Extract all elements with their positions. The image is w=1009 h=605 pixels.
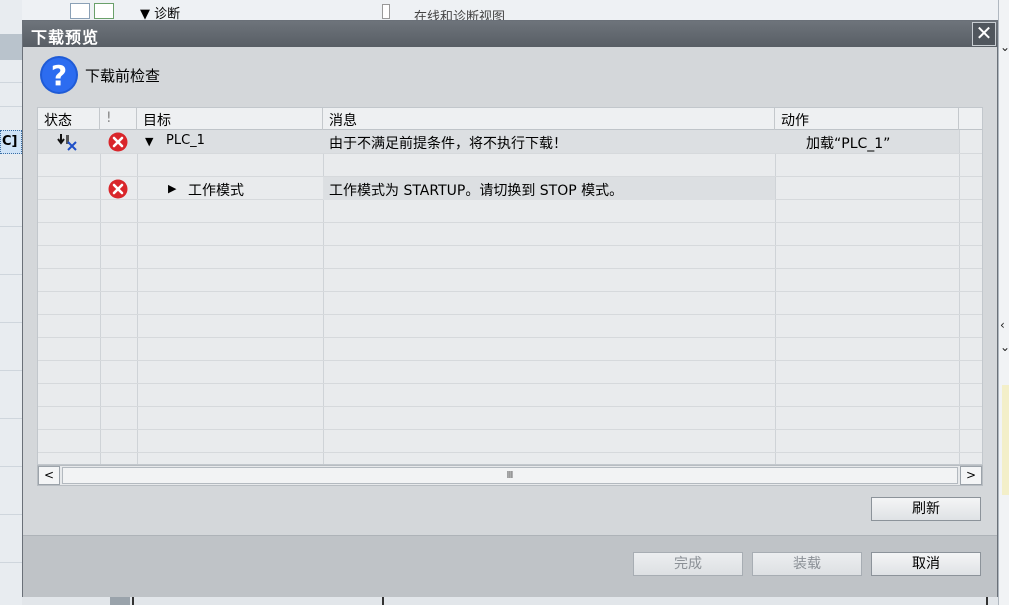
dialog-header: ? 下载前检查 xyxy=(23,47,997,103)
close-button[interactable]: ✕ xyxy=(972,22,996,46)
background-bottom-strip xyxy=(22,597,998,605)
background-selected-cell[interactable]: C] xyxy=(0,130,22,154)
background-scroll-fragment xyxy=(110,597,130,605)
divider xyxy=(0,514,22,515)
divider xyxy=(38,222,982,223)
error-icon xyxy=(108,132,128,152)
divider xyxy=(775,130,776,464)
divider xyxy=(0,106,22,107)
divider xyxy=(0,370,22,371)
row-action[interactable]: 加载“PLC_1” xyxy=(806,133,890,153)
row-message: 工作模式为 STARTUP。请切换到 STOP 模式。 xyxy=(329,183,624,199)
error-icon xyxy=(108,179,128,199)
divider xyxy=(0,82,22,83)
divider xyxy=(38,383,982,384)
row-target: PLC_1 xyxy=(166,133,205,148)
divider xyxy=(0,226,22,227)
chevron-down-icon[interactable]: ⌄ xyxy=(1000,40,1009,54)
background-right-strip: ⌄ ‹ ⌄ xyxy=(998,0,1009,605)
divider xyxy=(38,153,982,154)
column-header-status[interactable]: 状态 xyxy=(38,108,100,130)
load-button[interactable]: 装载 xyxy=(752,552,862,576)
column-header-action[interactable]: 动作 xyxy=(775,108,959,130)
divider xyxy=(38,314,982,315)
background-splitter[interactable] xyxy=(382,4,390,19)
caret-down-icon[interactable]: ▼ xyxy=(145,135,153,148)
divider xyxy=(38,360,982,361)
divider xyxy=(0,562,22,563)
column-header-target[interactable]: 目标 xyxy=(137,108,323,130)
divider xyxy=(959,130,960,464)
download-preview-dialog: 下载预览 ✕ ? 下载前检查 状态 ! 目标 消息 动作 ▼ PLC_1 由于不… xyxy=(22,20,998,597)
background-left-panel: C] xyxy=(0,0,22,605)
help-icon: ? xyxy=(40,56,78,94)
divider xyxy=(382,597,384,605)
background-toolbar: ▼ 诊断 在线和诊断视图 xyxy=(22,0,998,25)
cancel-button[interactable]: 取消 xyxy=(871,552,981,576)
refresh-button[interactable]: 刷新 xyxy=(871,497,981,521)
background-yellow-panel xyxy=(1002,385,1009,495)
go-online-icon[interactable] xyxy=(94,3,114,19)
dialog-titlebar[interactable]: 下载预览 ✕ xyxy=(23,21,997,47)
divider xyxy=(38,406,982,407)
dialog-title: 下载预览 xyxy=(31,28,100,47)
dialog-heading: 下载前检查 xyxy=(85,67,161,85)
divider xyxy=(38,245,982,246)
finish-button[interactable]: 完成 xyxy=(633,552,743,576)
divider xyxy=(100,130,101,464)
divider xyxy=(986,597,988,605)
chevron-left-icon[interactable]: ‹ xyxy=(1000,318,1005,332)
table-header: 状态 ! 目标 消息 动作 xyxy=(38,108,982,130)
chevron-down-icon[interactable]: ⌄ xyxy=(1000,340,1009,354)
divider xyxy=(0,274,22,275)
divider xyxy=(0,322,22,323)
row-message: 由于不满足前提条件，将不执行下载！ xyxy=(329,136,567,152)
scroll-right-button[interactable]: > xyxy=(960,466,982,485)
background-band xyxy=(0,34,22,60)
divider xyxy=(0,178,22,179)
horizontal-scrollbar[interactable]: < Ⅲ > xyxy=(37,465,983,486)
divider xyxy=(0,466,22,467)
divider xyxy=(132,597,134,605)
divider xyxy=(137,130,138,464)
calendar-icon[interactable] xyxy=(70,3,90,19)
divider xyxy=(38,291,982,292)
divider xyxy=(38,429,982,430)
download-icon xyxy=(57,134,77,151)
divider xyxy=(0,418,22,419)
check-table: 状态 ! 目标 消息 动作 ▼ PLC_1 由于不满足前提条件，将不执行下载！ … xyxy=(37,107,983,465)
divider xyxy=(38,268,982,269)
column-header-message[interactable]: 消息 xyxy=(323,108,775,130)
svg-text:?: ? xyxy=(51,59,67,92)
column-header-warning[interactable]: ! xyxy=(100,108,137,130)
scroll-left-button[interactable]: < xyxy=(38,466,60,485)
divider xyxy=(38,452,982,453)
caret-right-icon[interactable]: ▶ xyxy=(168,182,176,195)
divider xyxy=(38,337,982,338)
row-target: 工作模式 xyxy=(188,183,244,199)
scroll-thumb[interactable]: Ⅲ xyxy=(62,467,958,484)
